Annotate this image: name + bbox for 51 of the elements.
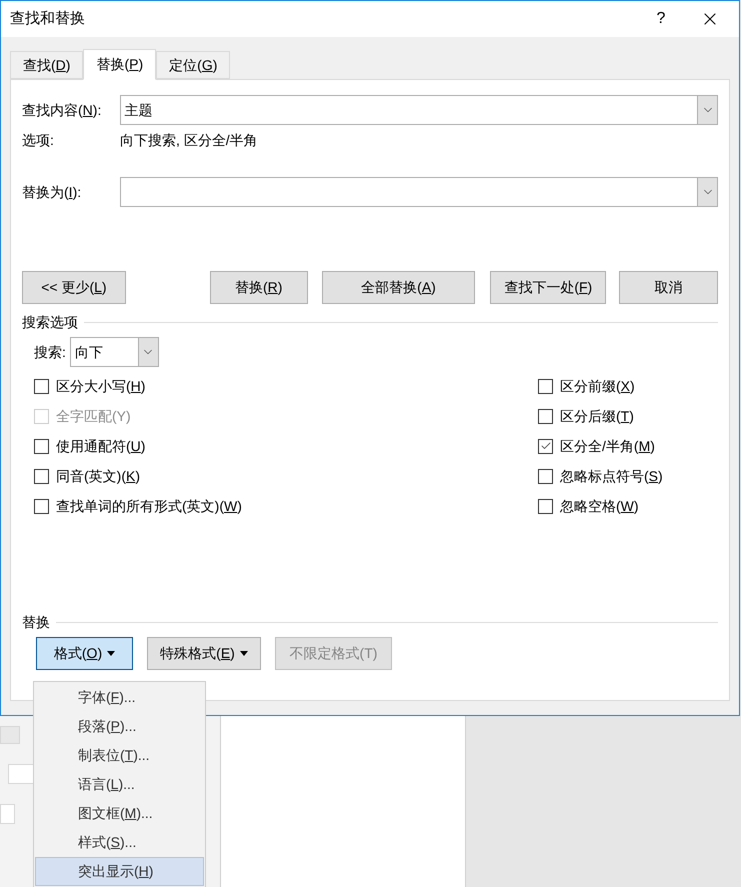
check-icon [540,440,552,452]
checkbox-label: 忽略空格(W) [560,496,639,516]
replace-field[interactable] [120,177,718,207]
menu-item[interactable]: 语言(L)... [35,770,204,799]
checkbox-label: 使用通配符(U) [56,436,146,456]
checkbox-label: 查找单词的所有形式(英文)(W) [56,496,242,516]
checkbox[interactable] [34,498,49,514]
tab[interactable]: 定位(G) [156,51,230,79]
menu-item[interactable]: 图文框(M)... [35,799,204,828]
checkbox[interactable] [538,408,553,424]
checkbox[interactable] [538,438,553,454]
checkbox[interactable] [538,378,553,394]
dialog-button[interactable]: 取消 [619,271,718,304]
section-heading: 替换 [22,613,50,632]
checkbox[interactable] [34,468,49,484]
find-field[interactable]: 主题 [120,95,718,125]
tab[interactable]: 替换(P) [83,49,156,80]
options-label: 选项: [22,130,55,150]
dropdown-button[interactable]: 特殊格式(E) [147,637,261,670]
menu-item[interactable]: 段落(P)... [35,712,204,741]
checkbox[interactable] [34,378,49,394]
dialog-button[interactable]: 替换(R) [210,271,308,304]
checkbox-label: 同音(英文)(K) [56,466,140,486]
dialog-button[interactable]: 查找下一处(F) [490,271,606,304]
section-heading: 搜索选项 [22,313,78,332]
search-direction-select[interactable]: 向下 [70,337,159,367]
menu-item[interactable]: 制表位(T)... [35,741,204,770]
window-title: 查找和替换 [10,8,86,29]
field-label: 替换为(I): [22,182,82,202]
menu-item[interactable]: 突出显示(H) [35,857,204,886]
caret-icon [107,651,116,656]
menu-item[interactable]: 字体(F)... [35,683,204,712]
caret-icon [240,651,248,656]
tab[interactable]: 查找(D) [10,51,84,79]
field-label: 查找内容(N): [22,100,102,120]
checkbox-label: 区分全/半角(M) [560,436,655,456]
checkbox-label: 忽略标点符号(S) [560,466,663,486]
checkbox[interactable] [34,438,49,454]
dropdown-button[interactable]: 格式(O) [36,637,133,670]
dialog-button[interactable]: << 更少(L) [22,271,126,304]
help-button[interactable]: ? [641,1,681,37]
checkbox-label: 区分前缀(X) [560,376,635,396]
checkbox-label: 区分大小写(H) [56,376,146,396]
field-label: 搜索: [34,342,66,362]
checkbox[interactable] [538,468,553,484]
menu-item[interactable]: 样式(S)... [35,828,204,857]
checkbox-label: 区分后缀(T) [560,406,634,426]
dialog-button[interactable]: 全部替换(A) [322,271,476,304]
checkbox-label: 全字匹配(Y) [56,406,131,426]
options-value: 向下搜索, 区分全/半角 [120,130,258,150]
checkbox[interactable] [538,498,553,514]
